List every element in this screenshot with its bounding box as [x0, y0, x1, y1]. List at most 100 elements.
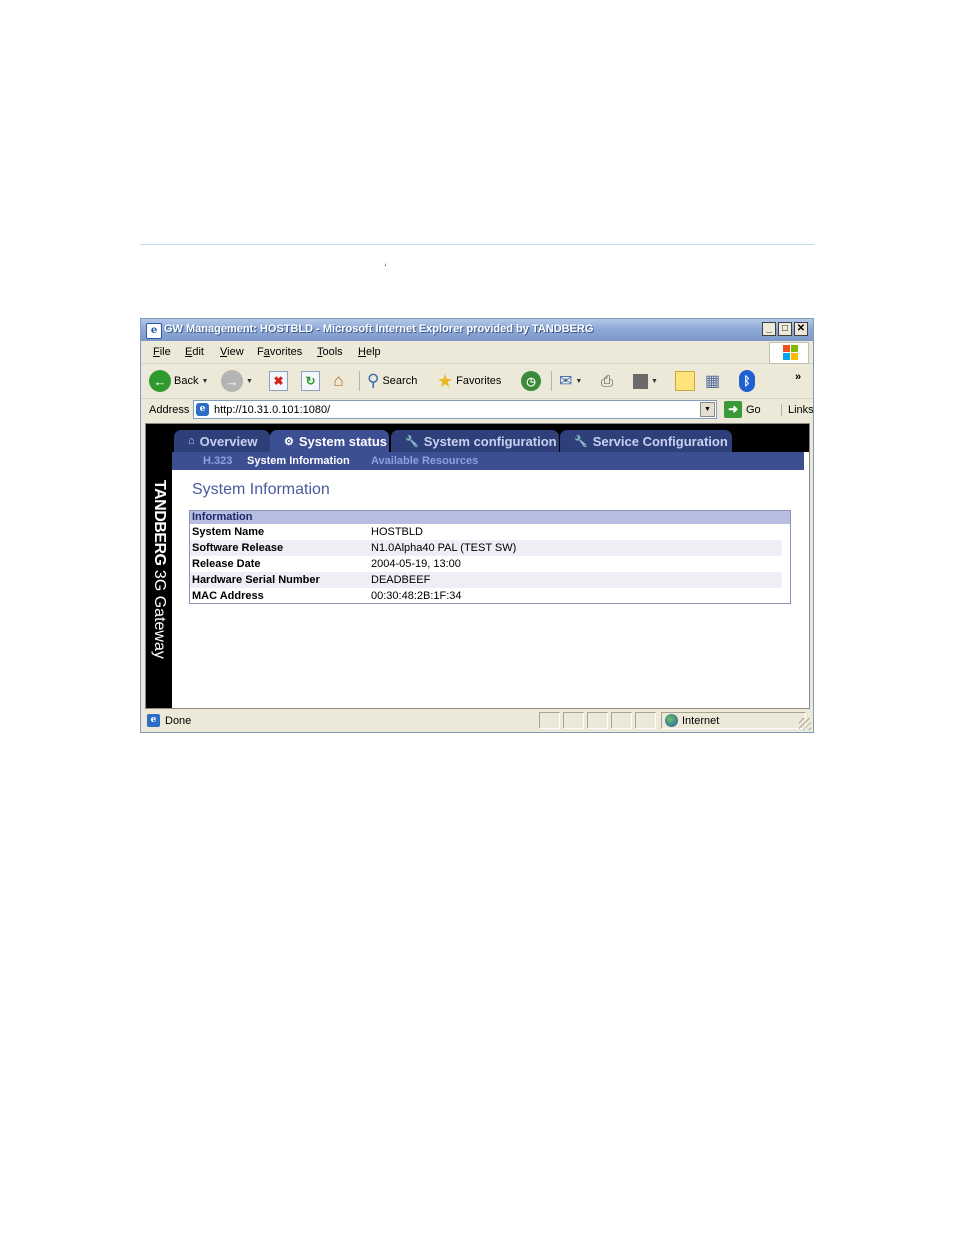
stop-icon: ✖	[269, 371, 288, 391]
status-panel	[563, 712, 584, 729]
security-zone: Internet	[661, 712, 806, 729]
document-tick-mark: ‘	[384, 262, 387, 272]
row-label: System Name	[192, 526, 265, 538]
page-title: System Information	[192, 481, 330, 498]
table-row: Software Release N1.0Alpha40 PAL (TEST S…	[190, 540, 782, 556]
title-bar[interactable]: e GW Management: HOSTBLD - Microsoft Int…	[141, 319, 813, 341]
menu-view[interactable]: View	[220, 346, 244, 358]
tab-service-configuration-label: Service Configuration	[592, 433, 728, 449]
menu-edit[interactable]: Edit	[185, 346, 204, 358]
browser-window: e GW Management: HOSTBLD - Microsoft Int…	[140, 318, 814, 733]
row-label: MAC Address	[192, 590, 264, 602]
menu-favorites-pre: F	[257, 346, 264, 358]
table-row: Release Date 2004-05-19, 13:00	[190, 556, 782, 572]
subnav-available-resources[interactable]: Available Resources	[371, 455, 478, 467]
row-label: Release Date	[192, 558, 261, 570]
table-row: System Name HOSTBLD	[190, 524, 782, 540]
research-icon: ▦	[705, 373, 721, 390]
home-button[interactable]: ⌂	[329, 370, 348, 392]
note-icon	[675, 371, 695, 391]
row-label: Hardware Serial Number	[192, 574, 320, 586]
status-panel	[611, 712, 632, 729]
go-button[interactable]: ➜ Go	[724, 401, 761, 418]
resize-grip[interactable]	[799, 718, 811, 730]
brand-product: 3G Gateway	[151, 565, 168, 659]
refresh-button[interactable]: ↻	[301, 370, 320, 392]
menu-bar: File Edit View Favorites Tools Help	[141, 341, 813, 364]
mail-button[interactable]: ✉ ▼	[559, 370, 582, 392]
tab-system-status[interactable]: ⚙ System status	[270, 430, 389, 452]
web-content: TANDBERG 3G Gateway ⌂ Overview ⚙ System …	[145, 423, 810, 709]
document-rule	[140, 244, 814, 245]
history-icon: ◷	[521, 371, 541, 391]
bluetooth-button[interactable]: ᛒ	[739, 370, 755, 392]
mail-dropdown-icon: ▼	[575, 377, 583, 385]
discuss-button[interactable]	[675, 370, 695, 392]
row-value: DEADBEEF	[371, 574, 431, 586]
row-label: Software Release	[192, 542, 284, 554]
search-button[interactable]: ⚲ Search	[367, 370, 417, 392]
menu-favorites-post: vorites	[269, 346, 303, 358]
bluetooth-icon: ᛒ	[739, 370, 755, 392]
table-header: Information	[190, 511, 790, 524]
home-icon: ⌂	[333, 371, 344, 390]
print-button[interactable]: ⎙	[601, 370, 613, 392]
status-text: Done	[165, 715, 192, 727]
maximize-button[interactable]: □	[778, 322, 792, 336]
minimize-button[interactable]: _	[762, 322, 776, 336]
back-dropdown-icon: ▼	[201, 377, 209, 385]
address-dropdown-button[interactable]: ▼	[700, 402, 715, 417]
table-row: MAC Address 00:30:48:2B:1F:34	[190, 588, 782, 604]
close-button[interactable]: ✕	[794, 322, 808, 336]
zone-label: Internet	[682, 715, 720, 727]
brand-name: TANDBERG	[151, 480, 168, 566]
menu-file-post: ile	[159, 346, 171, 358]
search-label: Search	[382, 375, 418, 387]
table-row: Hardware Serial Number DEADBEEF	[190, 572, 782, 588]
tab-service-configuration[interactable]: 🔧 Service Configuration	[560, 430, 732, 452]
overview-icon: ⌂	[188, 435, 195, 447]
toolbar-separator-2	[551, 371, 552, 391]
history-button[interactable]: ◷	[521, 370, 541, 392]
address-url: http://10.31.0.101:1080/	[214, 404, 331, 416]
subnav-system-information[interactable]: System Information	[247, 455, 350, 467]
tab-overview[interactable]: ⌂ Overview	[174, 430, 270, 452]
menu-file[interactable]: File	[153, 346, 171, 358]
back-button[interactable]: ← Back ▼	[149, 370, 208, 392]
links-button[interactable]: Links	[781, 404, 814, 416]
status-panel	[539, 712, 560, 729]
edit-button[interactable]: ▼	[633, 370, 658, 392]
globe-icon	[665, 714, 678, 727]
wrench-icon: 🔧	[405, 435, 419, 448]
tab-system-configuration[interactable]: 🔧 System configuration	[391, 430, 559, 452]
windows-logo-icon	[769, 342, 809, 364]
search-icon: ⚲	[367, 371, 380, 390]
address-input[interactable]: e http://10.31.0.101:1080/ ▼	[193, 400, 717, 419]
address-bar: Address e http://10.31.0.101:1080/ ▼ ➜ G…	[141, 399, 814, 421]
menu-tools-post: ools	[322, 346, 343, 358]
wrench-icon: 🔧	[574, 435, 588, 448]
brand-logo: TANDBERG 3G Gateway	[150, 480, 168, 659]
stop-button[interactable]: ✖	[269, 370, 288, 392]
row-value: HOSTBLD	[371, 526, 423, 538]
menu-edit-post: dit	[192, 346, 204, 358]
page-done-icon: e	[147, 714, 160, 727]
toolbar-separator	[359, 371, 360, 391]
research-button[interactable]: ▦	[705, 370, 720, 392]
forward-button[interactable]: → ▼	[221, 370, 253, 392]
tab-system-configuration-label: System configuration	[423, 433, 557, 449]
refresh-icon: ↻	[301, 371, 320, 391]
row-value: 00:30:48:2B:1F:34	[371, 590, 462, 602]
edit-icon	[633, 373, 648, 389]
brand-sidebar: TANDBERG 3G Gateway	[146, 424, 172, 708]
menu-help[interactable]: Help	[358, 346, 381, 358]
menu-file-key: F	[153, 346, 160, 358]
menu-favorites[interactable]: Favorites	[257, 346, 302, 358]
back-label: Back	[174, 375, 199, 387]
favorites-button[interactable]: ★ Favorites	[437, 370, 501, 392]
menu-view-post: iew	[227, 346, 244, 358]
toolbar-more-button[interactable]: »	[795, 366, 801, 388]
subnav-h323[interactable]: H.323	[203, 455, 232, 467]
menu-tools[interactable]: Tools	[317, 346, 343, 358]
tab-overview-label: Overview	[199, 433, 258, 449]
